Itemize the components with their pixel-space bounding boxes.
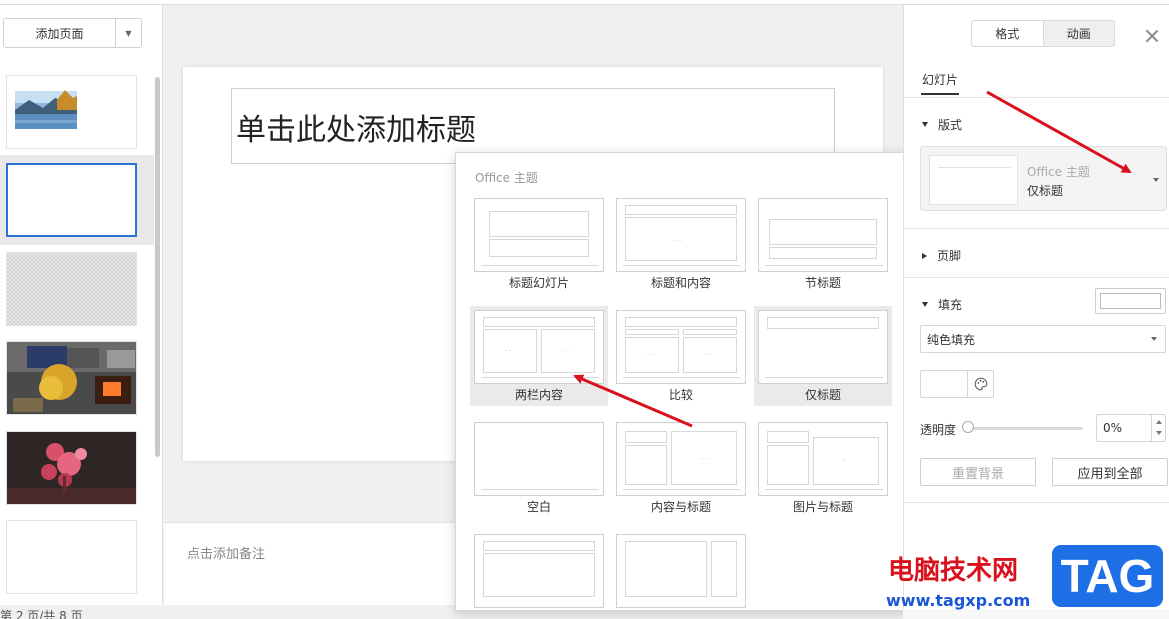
thumbnail-scrollbar[interactable] xyxy=(155,77,160,457)
fill-type-select[interactable]: 纯色填充 xyxy=(920,325,1166,353)
layout-thumbnail: - - - - xyxy=(474,310,604,384)
opacity-input[interactable]: 0% xyxy=(1096,414,1166,442)
layout-thumbnail: - - xyxy=(616,422,746,496)
layout-blank[interactable]: 空白 xyxy=(470,418,608,518)
palette-icon[interactable] xyxy=(968,371,993,397)
layout-title-slide[interactable]: 标题幻灯片 xyxy=(470,194,608,294)
layout-name: 仅标题 xyxy=(804,388,841,402)
layout-popup: Office 主题 标题幻灯片 - - 标题和内容 节标题 - - - - 两栏… xyxy=(455,152,909,611)
tab-format[interactable]: 格式 xyxy=(972,21,1044,46)
layout-thumbnail-row4-2[interactable] xyxy=(612,530,750,610)
layout-section-header[interactable]: 节标题 xyxy=(754,194,892,294)
slide-thumbnail-6[interactable] xyxy=(6,520,137,594)
close-icon[interactable] xyxy=(1145,29,1159,43)
layout-title-content[interactable]: - - 标题和内容 xyxy=(612,194,750,294)
layout-thumbnail xyxy=(474,198,604,272)
active-tab-underline xyxy=(921,93,959,95)
layout-name: 标题幻灯片 xyxy=(508,276,569,290)
slide-thumbnails-panel: 添加页面 ▼ xyxy=(0,5,163,605)
color-preview[interactable] xyxy=(921,371,968,397)
format-panel: 格式 动画 幻灯片 版式 Office 主题 仅标题 页脚 填充 纯色填充 透明… xyxy=(903,5,1169,619)
add-page-button[interactable]: 添加页面 ▼ xyxy=(3,18,142,48)
layout-thumbnail xyxy=(474,534,604,608)
slide-thumbnail-3[interactable] xyxy=(6,252,137,326)
layout-thumbnail xyxy=(474,422,604,496)
caret-down-icon xyxy=(922,302,928,307)
opacity-label: 透明度 xyxy=(920,423,957,437)
slide-thumbnail-4[interactable] xyxy=(6,341,137,415)
layout-section-label: 版式 xyxy=(938,118,963,132)
lake-landscape-image xyxy=(15,90,77,129)
layout-name: 比较 xyxy=(668,388,693,402)
fill-color-swatch[interactable] xyxy=(1095,288,1166,314)
fill-section-label: 填充 xyxy=(938,298,963,312)
layout-comparison[interactable]: - - - - 比较 xyxy=(612,306,750,406)
add-page-label: 添加页面 xyxy=(35,26,84,41)
layout-picker[interactable]: Office 主题 仅标题 xyxy=(920,146,1167,211)
footer-section-toggle[interactable]: 页脚 xyxy=(922,247,961,264)
apply-to-all-button[interactable]: 应用到全部 xyxy=(1052,458,1168,486)
watermark-site-name: 电脑技术网 xyxy=(888,556,1019,586)
caret-right-icon xyxy=(922,252,927,259)
layout-name: 两栏内容 xyxy=(514,388,563,402)
layout-name: 图片与标题 xyxy=(792,500,853,514)
red-flower-image xyxy=(7,432,136,504)
slide-thumbnail-1[interactable] xyxy=(6,75,137,149)
layout-thumbnail xyxy=(758,198,888,272)
status-bar xyxy=(903,609,1169,619)
fill-color-picker[interactable] xyxy=(920,370,994,398)
opacity-slider-handle[interactable] xyxy=(962,421,974,433)
layout-theme-name: Office 主题 xyxy=(1027,165,1090,179)
layout-section-toggle[interactable]: 版式 xyxy=(922,116,962,133)
opacity-value: 0% xyxy=(1103,421,1123,435)
divider xyxy=(904,277,1169,278)
layout-thumbnail: - - - - xyxy=(616,310,746,384)
panel-tabs: 格式 动画 xyxy=(971,20,1115,47)
layout-picture-caption[interactable]: - 图片与标题 xyxy=(754,418,892,518)
layout-content-caption[interactable]: - - 内容与标题 xyxy=(612,418,750,518)
layout-popup-header: Office 主题 xyxy=(475,171,538,185)
tab-animation[interactable]: 动画 xyxy=(1044,21,1115,46)
layout-preview-thumbnail xyxy=(929,155,1018,205)
layout-thumbnail: - xyxy=(758,422,888,496)
layout-thumbnail xyxy=(758,310,888,384)
chevron-down-icon[interactable] xyxy=(1153,178,1159,182)
chevron-down-icon[interactable]: ▼ xyxy=(115,19,141,47)
divider xyxy=(904,97,1169,98)
layout-name: 标题和内容 xyxy=(650,276,711,290)
page-status: 第 2 页/共 8 页 xyxy=(0,609,83,619)
layout-thumbnail xyxy=(616,534,746,608)
fill-section-toggle[interactable]: 填充 xyxy=(922,296,962,313)
divider xyxy=(904,228,1169,229)
slide-thumbnail-2[interactable] xyxy=(6,163,137,237)
opacity-slider-track[interactable] xyxy=(967,427,1083,430)
fill-type-value: 纯色填充 xyxy=(927,332,976,347)
footer-section-label: 页脚 xyxy=(937,249,962,263)
layout-name: 内容与标题 xyxy=(650,500,711,514)
layout-name: 空白 xyxy=(526,500,551,514)
watermark-url: www.tagxp.com xyxy=(886,591,1031,610)
divider xyxy=(904,502,1169,503)
notes-placeholder: 点击添加备注 xyxy=(187,547,266,562)
tab-slide[interactable]: 幻灯片 xyxy=(922,71,958,88)
chevron-down-icon xyxy=(1151,337,1157,341)
layout-current-name: 仅标题 xyxy=(1027,184,1064,198)
caret-down-icon xyxy=(922,122,928,127)
layout-thumbnail: - - xyxy=(616,198,746,272)
layout-two-content[interactable]: - - - - 两栏内容 xyxy=(470,306,608,406)
watermark-badge: TAG xyxy=(1052,545,1163,607)
layout-thumbnail-row4-1[interactable] xyxy=(470,530,608,610)
layout-name: 节标题 xyxy=(804,276,841,290)
collage-image xyxy=(7,342,136,414)
opacity-stepper[interactable] xyxy=(1151,415,1165,441)
layout-title-only[interactable]: 仅标题 xyxy=(754,306,892,406)
slide-thumbnail-5[interactable] xyxy=(6,431,137,505)
reset-background-button[interactable]: 重置背景 xyxy=(920,458,1036,486)
